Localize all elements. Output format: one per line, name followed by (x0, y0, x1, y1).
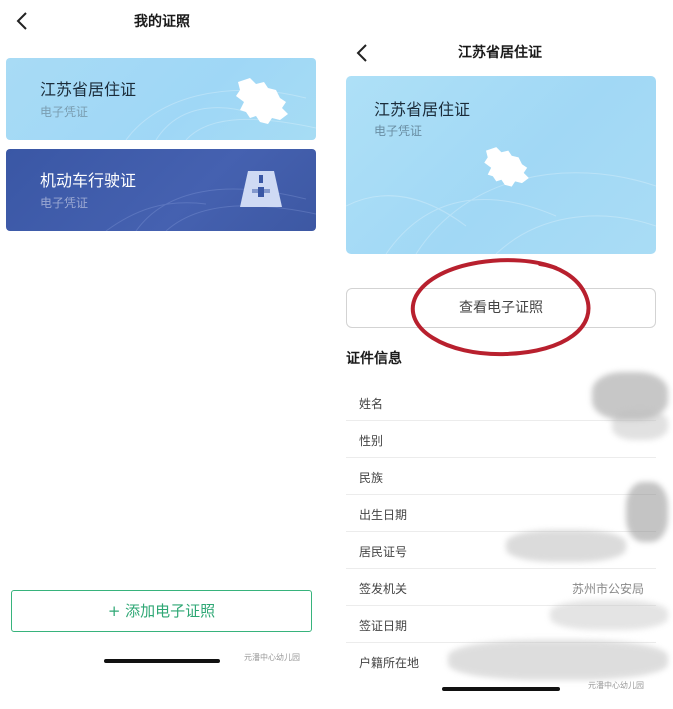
card-subtitle: 电子凭证 (40, 196, 89, 210)
field-label: 签发机关 (359, 582, 408, 596)
field-label: 出生日期 (359, 508, 408, 522)
field-birthdate: 出生日期 (346, 495, 656, 532)
license-card-residence[interactable]: 江苏省居住证 电子凭证 (6, 58, 316, 140)
redaction-smudge (612, 410, 668, 440)
card-title: 江苏省居住证 (40, 80, 137, 99)
card-title: 机动车行驶证 (40, 171, 137, 190)
home-indicator[interactable] (442, 687, 560, 691)
jiangsu-map-icon (484, 147, 529, 187)
section-title: 证件信息 (346, 351, 402, 367)
field-label: 姓名 (359, 397, 384, 411)
field-gender: 性别 (346, 421, 656, 458)
field-ethnicity: 民族 (346, 458, 656, 495)
card-subtitle: 电子凭证 (40, 105, 89, 119)
red-annotation-circle (410, 258, 591, 357)
page-title: 我的证照 (134, 14, 190, 30)
field-value: 苏州市公安局 (571, 582, 644, 596)
residence-permit-screen: 江苏省居住证 江苏省居住证 电子凭证 查看电子证照 证件信息 姓名 性别 民族 … (330, 0, 673, 709)
redaction-smudge (550, 600, 668, 630)
watermark: 元潘中心幼儿园 (244, 653, 300, 662)
field-label: 民族 (359, 471, 384, 485)
field-label: 户籍所在地 (359, 656, 420, 670)
card-title: 江苏省居住证 (374, 100, 471, 119)
add-license-button[interactable]: + 添加电子证照 (11, 590, 312, 632)
my-licenses-screen: 我的证照 江苏省居住证 电子凭证 机动车行驶证 电子凭证 + 添加电子证照 元潘… (0, 0, 324, 709)
field-label: 性别 (359, 434, 384, 448)
redaction-smudge (626, 482, 668, 542)
residence-permit-card: 江苏省居住证 电子凭证 (346, 76, 656, 254)
field-label: 居民证号 (359, 545, 408, 559)
redaction-smudge (506, 530, 626, 562)
jiangsu-map-icon (236, 78, 288, 124)
road-icon (240, 171, 282, 207)
home-indicator[interactable] (104, 659, 220, 663)
page-title: 江苏省居住证 (458, 45, 542, 61)
redaction-smudge (448, 640, 668, 680)
watermark: 元潘中心幼儿园 (588, 681, 644, 690)
license-card-vehicle[interactable]: 机动车行驶证 电子凭证 (6, 149, 316, 231)
field-label: 签证日期 (359, 619, 408, 633)
card-subtitle: 电子凭证 (374, 124, 423, 138)
